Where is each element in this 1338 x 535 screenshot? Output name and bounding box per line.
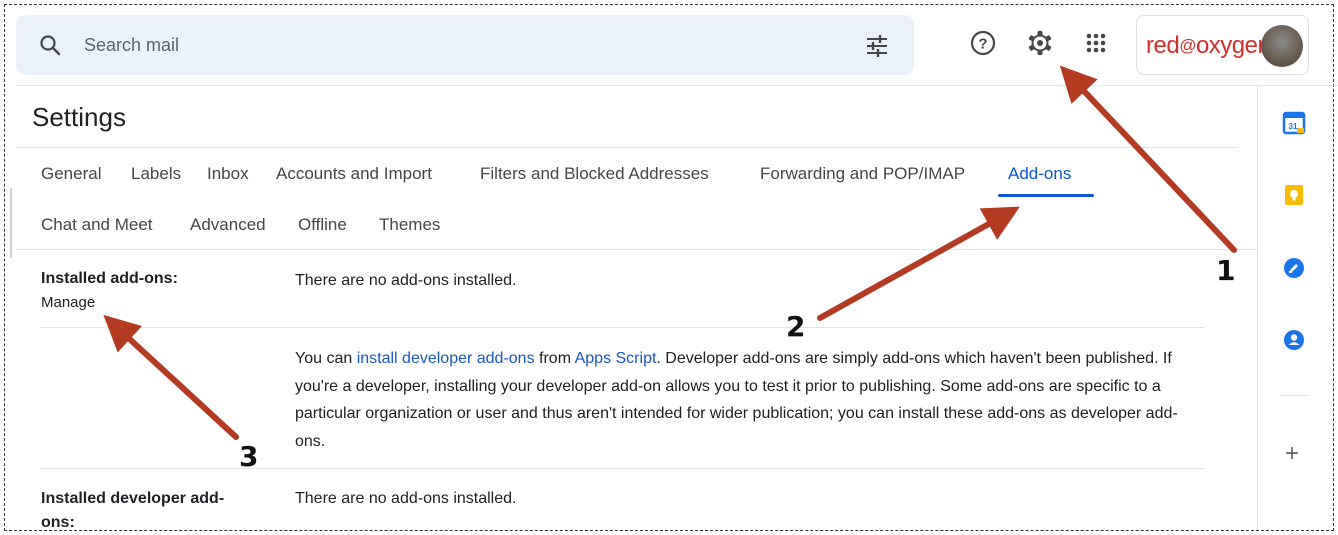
brand-logo-text-1: red [1146,32,1180,59]
brand-logo-glyph: @ [1179,36,1196,55]
annotation-number-1: 1 [1216,254,1236,287]
side-panel-separator [1280,395,1308,396]
search-input[interactable]: Search mail [84,35,179,56]
row-divider-2 [40,468,1205,469]
calendar-day: 31 [1289,122,1298,131]
tab-chat-and-meet[interactable]: Chat and Meet [41,215,153,235]
tasks-icon[interactable] [1282,256,1306,280]
title-divider [16,147,1238,148]
installed-addons-label: Installed add-ons: [41,270,178,287]
resize-grip[interactable] [10,188,12,258]
tab-inbox[interactable]: Inbox [207,164,249,184]
annotation-number-2: 2 [786,310,806,343]
header-divider [16,85,1338,86]
tab-general[interactable]: General [41,164,101,184]
search-options-icon[interactable] [864,33,890,59]
row-divider-1 [40,327,1205,328]
dev-text-1: You can [295,350,357,367]
active-tab-indicator [998,194,1094,197]
search-icon[interactable] [38,33,62,57]
keep-icon[interactable] [1282,183,1306,207]
tab-forwarding-pop-imap[interactable]: Forwarding and POP/IMAP [760,164,965,184]
installed-developer-addons-label: Installed developer add-ons: [41,490,225,531]
contacts-icon[interactable] [1282,328,1306,352]
installed-addons-value: There are no add-ons installed. [295,272,517,289]
help-icon[interactable]: ? [968,28,998,58]
svg-text:?: ? [978,36,987,53]
brand-logo-text-2: oxygen [1195,32,1271,59]
tab-add-ons[interactable]: Add-ons [1008,164,1071,184]
search-bar[interactable]: Search mail [16,15,914,75]
developer-addons-description: You can install developer add-ons from A… [295,345,1195,455]
apps-grid-icon[interactable] [1081,28,1111,58]
tab-offline[interactable]: Offline [298,215,347,235]
tab-filters-and-blocked-addresses[interactable]: Filters and Blocked Addresses [480,164,709,184]
calendar-icon[interactable]: 31 [1282,111,1306,135]
install-developer-addons-link[interactable]: install developer add-ons [357,350,535,367]
dev-text-2: from [534,350,575,367]
tab-themes[interactable]: Themes [379,215,440,235]
account-switcher[interactable]: red@oxygen [1136,15,1309,75]
apps-script-link[interactable]: Apps Script [575,350,657,367]
installed-developer-addons-value: There are no add-ons installed. [295,490,517,507]
page-title: Settings [32,102,126,132]
tab-accounts-and-import[interactable]: Accounts and Import [276,164,432,184]
get-addons-plus-icon[interactable]: + [1285,440,1299,468]
tab-advanced[interactable]: Advanced [190,215,266,235]
brand-logo: red@oxygen [1146,32,1271,60]
annotation-number-3: 3 [239,440,259,473]
avatar[interactable] [1261,25,1303,67]
tabs-divider [16,249,1257,250]
tab-labels[interactable]: Labels [131,164,181,184]
side-panel-divider [1257,85,1258,530]
manage-link[interactable]: Manage [41,294,95,311]
gear-icon[interactable] [1025,28,1055,58]
